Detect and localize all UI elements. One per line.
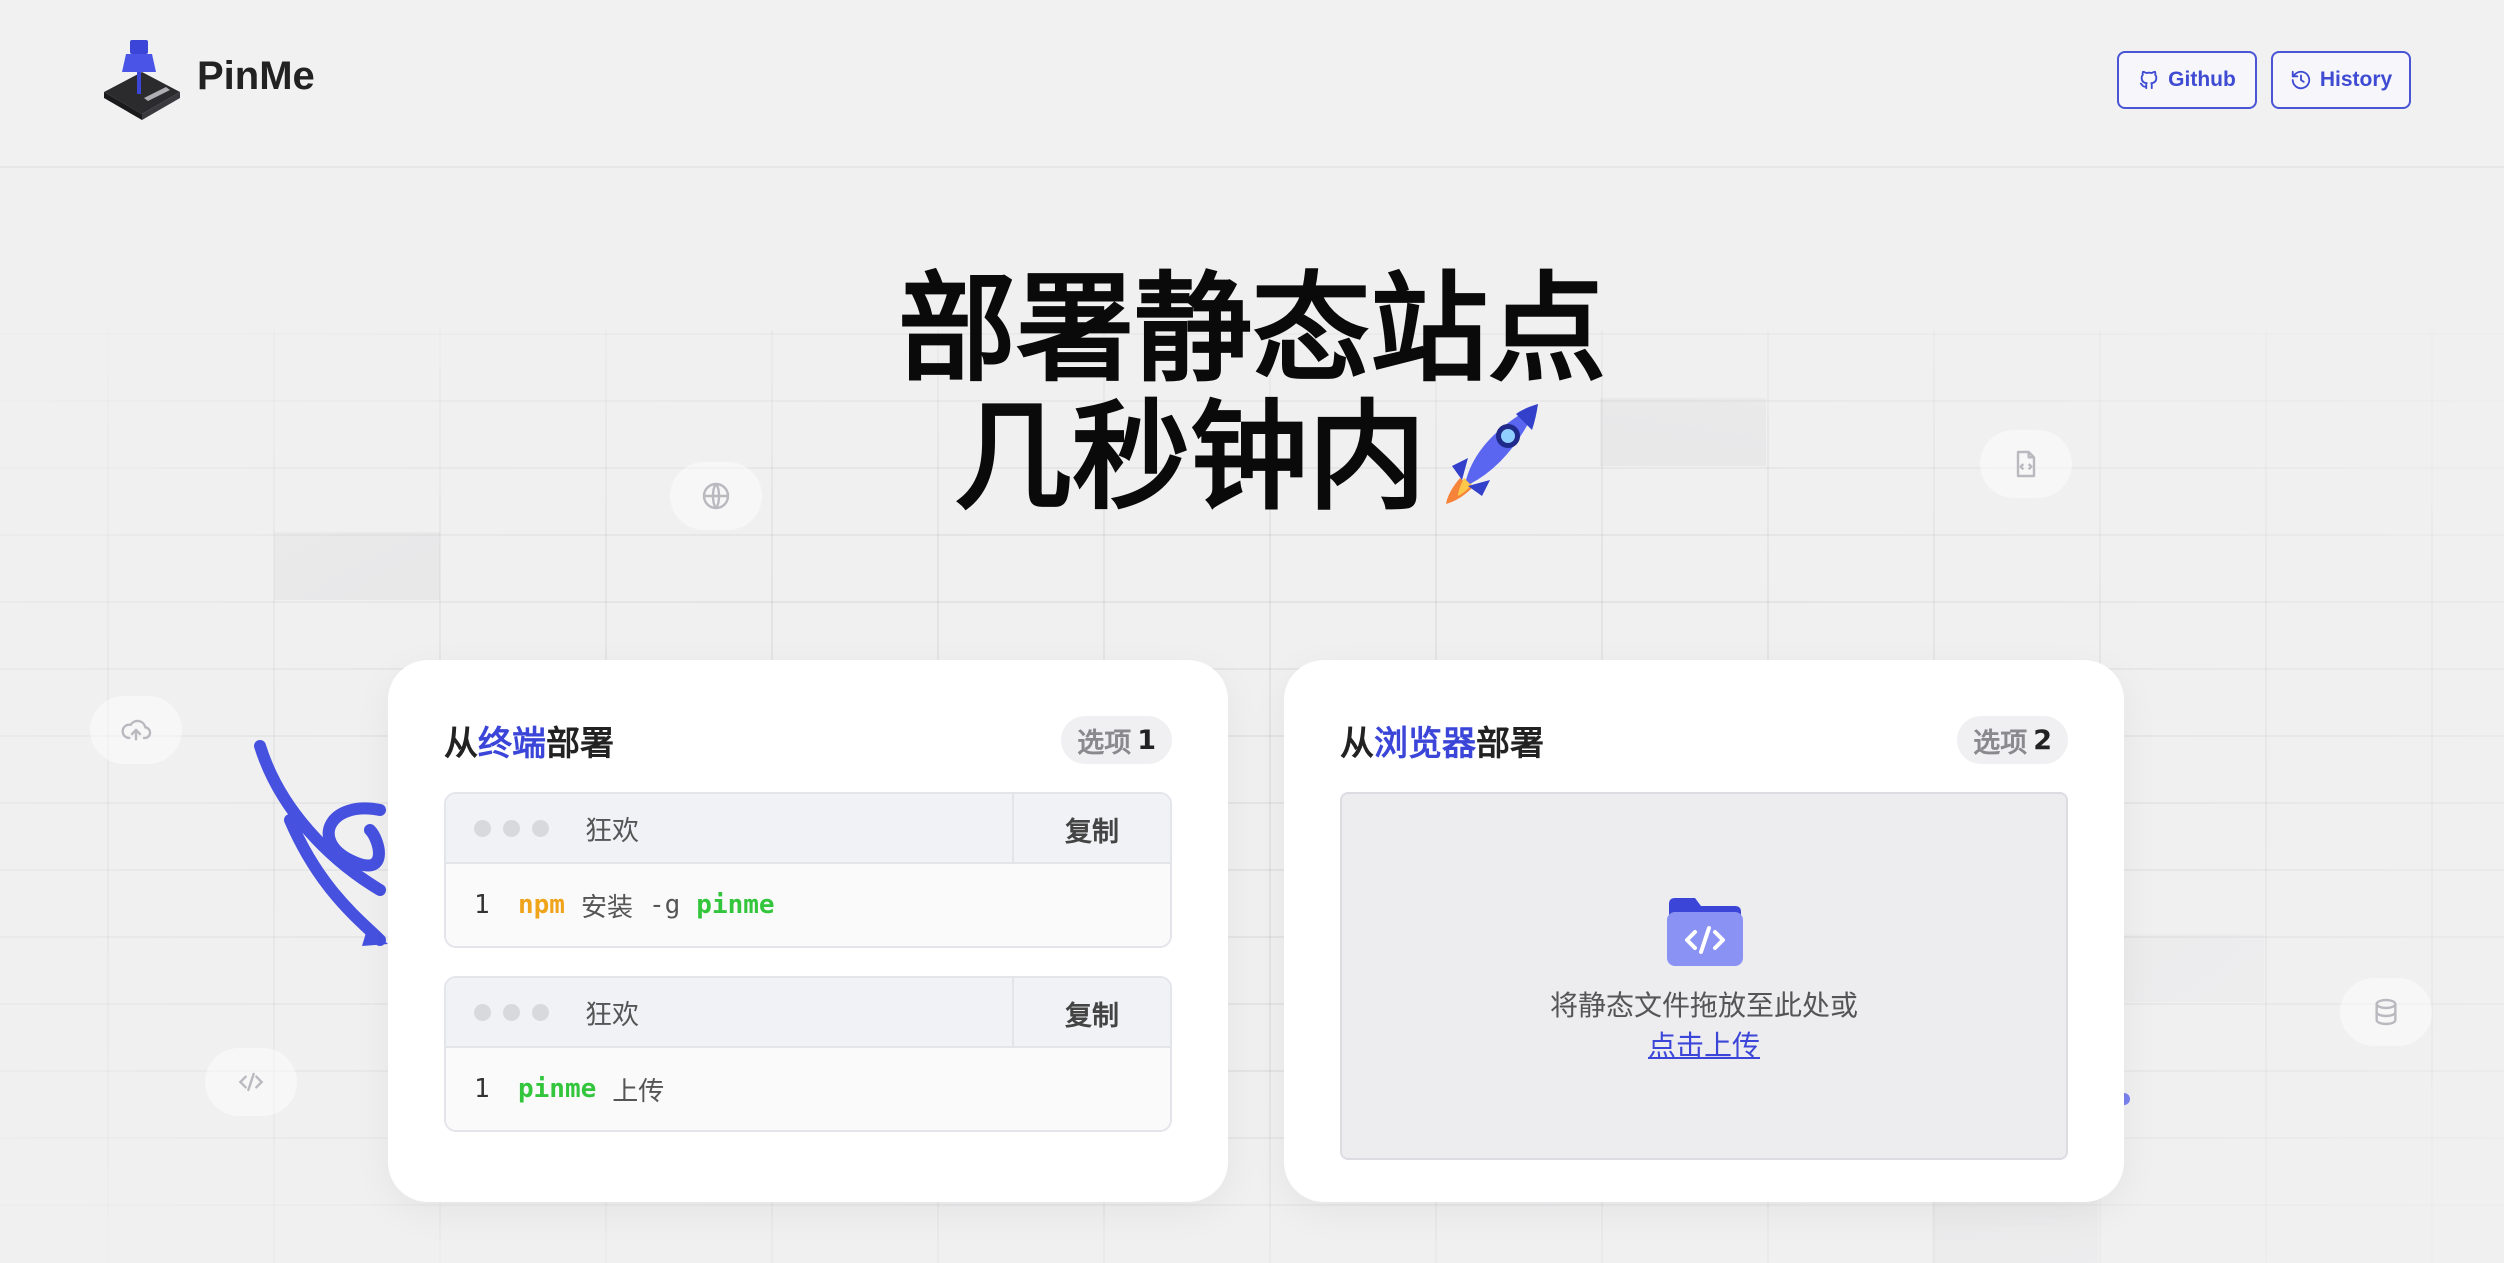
option-number: 1: [1137, 724, 1156, 756]
database-icon: [2375, 998, 2397, 1026]
code-snippet-install: 狂欢 复制 1 npm 安装 -g pinme: [444, 792, 1172, 948]
rocket-icon: [1446, 404, 1538, 504]
github-button-label: Github: [2168, 68, 2236, 91]
code-language-label: 狂欢: [585, 999, 639, 1031]
hero-line-1: 部署静态站点: [897, 260, 1606, 398]
title-accent: 终端: [478, 724, 546, 764]
hero-line-2-text: 几秒钟内: [953, 388, 1426, 526]
file-dropzone[interactable]: 将静态文件拖放至此处或 点击上传: [1340, 792, 2068, 1160]
copy-button[interactable]: 复制: [1012, 978, 1170, 1048]
code-token: -g: [648, 890, 681, 920]
history-button[interactable]: History: [2271, 51, 2411, 109]
history-button-label: History: [2319, 68, 2393, 91]
code-token: pinme: [518, 1074, 597, 1104]
line-number: 1: [474, 1074, 490, 1104]
option-label: 选项: [1973, 727, 2028, 759]
option-label: 选项: [1077, 727, 1132, 759]
code-icon: [238, 1072, 264, 1092]
code-float: [205, 1048, 297, 1116]
title-prefix: 从: [444, 724, 478, 764]
cloud-upload-float: [90, 696, 182, 764]
github-icon: [2140, 70, 2158, 90]
globe-float: [670, 462, 762, 530]
hero-heading: 部署静态站点 几秒钟内: [0, 265, 2504, 521]
window-dots: [474, 1003, 549, 1021]
option-number: 2: [2033, 724, 2052, 756]
code-snippet-upload: 狂欢 复制 1 pinme 上传: [444, 976, 1172, 1132]
top-header: PinMe Github History: [0, 0, 2504, 168]
terminal-card-title: 从终端部署: [444, 716, 614, 765]
squiggle-decoration: [254, 740, 388, 946]
window-dots: [474, 819, 549, 837]
database-float: [2340, 978, 2432, 1046]
page: PinMe Github History 部署静态站点 几秒钟内 从终端部署 选…: [0, 0, 2504, 1263]
window-dot: [532, 819, 549, 837]
drop-instructions: 将静态文件拖放至此处或: [1549, 989, 1858, 1022]
title-accent: 浏览器: [1374, 724, 1476, 764]
title-prefix: 从: [1340, 724, 1374, 764]
code-line: 1 pinme 上传: [446, 1048, 1170, 1130]
terminal-deploy-card: 从终端部署 选项 1 狂欢 复制 1 npm 安装 -g pinme 狂欢 复制…: [388, 660, 1228, 1202]
browser-card-title: 从浏览器部署: [1340, 716, 1544, 765]
code-line: 1 npm 安装 -g pinme: [446, 864, 1170, 946]
window-dot: [532, 1003, 549, 1021]
folder-code-icon: [1667, 898, 1743, 966]
pinme-logo-icon[interactable]: [100, 38, 184, 122]
file-code-icon: [2016, 450, 2036, 478]
cloud-upload-icon: [121, 719, 152, 741]
title-suffix: 部署: [546, 724, 614, 764]
option-badge-2: 选项 2: [1957, 716, 2068, 764]
window-dot: [474, 1003, 491, 1021]
window-dot: [503, 1003, 520, 1021]
github-button[interactable]: Github: [2117, 51, 2257, 109]
code-token: 上传: [612, 1076, 665, 1107]
browser-deploy-card: 从浏览器部署 选项 2 将静态文件拖放至此处或 点击上传: [1284, 660, 2124, 1202]
copy-button[interactable]: 复制: [1012, 794, 1170, 864]
file-code-float: [1980, 430, 2072, 498]
option-badge-1: 选项 1: [1061, 716, 1172, 764]
code-header: 狂欢 复制: [446, 794, 1170, 864]
window-dot: [474, 819, 491, 837]
code-token: pinme: [696, 890, 775, 920]
code-header: 狂欢 复制: [446, 978, 1170, 1048]
brand-name[interactable]: PinMe: [197, 54, 315, 99]
click-upload-link[interactable]: 点击上传: [1342, 1026, 2066, 1066]
hero-line-2: 几秒钟内: [0, 393, 2504, 521]
code-token: npm: [518, 890, 565, 920]
globe-icon: [702, 482, 730, 510]
title-suffix: 部署: [1476, 724, 1544, 764]
code-token: 安装: [580, 892, 633, 923]
window-dot: [503, 819, 520, 837]
code-language-label: 狂欢: [585, 815, 639, 847]
history-icon: [2291, 70, 2310, 90]
line-number: 1: [474, 890, 490, 920]
